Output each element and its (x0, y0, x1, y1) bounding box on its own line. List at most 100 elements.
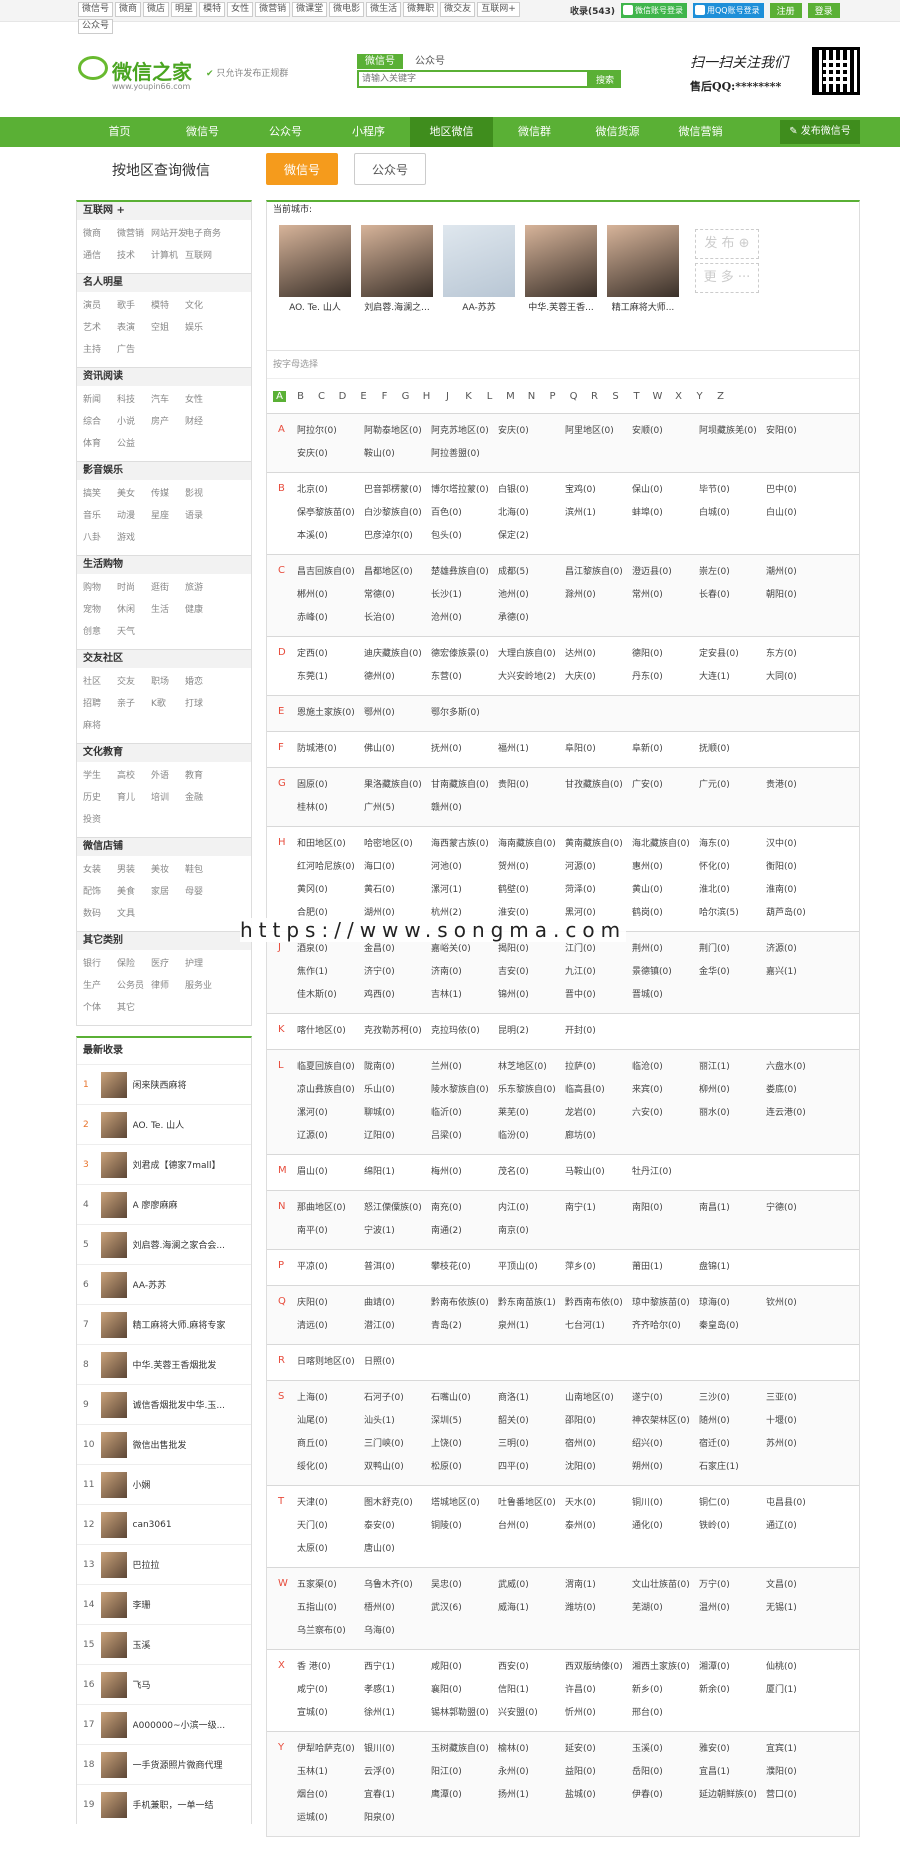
list-item-name[interactable]: A000000~小滨一级... (133, 1718, 251, 1731)
city-link[interactable]: 云浮(0) (364, 1761, 431, 1784)
city-link[interactable]: 包头(0) (431, 525, 498, 548)
city-link[interactable]: 汕尾(0) (297, 1410, 364, 1433)
list-item-name[interactable]: 小娴 (133, 1478, 251, 1491)
city-link[interactable]: 信阳(1) (498, 1679, 565, 1702)
city-link[interactable]: 龙岩(0) (565, 1102, 632, 1125)
city-link[interactable]: 巴音郭楞蒙(0) (364, 479, 431, 502)
city-link[interactable]: 黄冈(0) (297, 879, 364, 902)
city-link[interactable]: 邢台(0) (632, 1702, 699, 1725)
city-link[interactable]: 延安(0) (565, 1738, 632, 1761)
city-link[interactable]: 吉林(1) (431, 984, 498, 1007)
city-link[interactable]: 楚雄彝族自(0) (431, 561, 498, 584)
city-link[interactable]: 苏州(0) (766, 1433, 833, 1456)
city-link[interactable]: 吐鲁番地区(0) (498, 1492, 565, 1515)
main-nav-item[interactable]: 微信货源 (576, 117, 659, 147)
category-tag[interactable]: 微商 (83, 223, 117, 245)
city-link[interactable]: 临高县(0) (565, 1079, 632, 1102)
city-link[interactable]: 神农架林区(0) (632, 1410, 699, 1433)
category-tag[interactable]: 数码 (83, 903, 117, 925)
city-link[interactable]: 铁岭(0) (699, 1515, 766, 1538)
letter-link[interactable]: W (651, 391, 664, 402)
city-link[interactable]: 内江(0) (498, 1197, 565, 1220)
city-link[interactable]: 固原(0) (297, 774, 364, 797)
city-link[interactable]: 廊坊(0) (565, 1125, 632, 1148)
city-link[interactable]: 澄迈县(0) (632, 561, 699, 584)
city-link[interactable]: 果洛藏族自(0) (364, 774, 431, 797)
city-link[interactable]: 迪庆藏族自(0) (364, 643, 431, 666)
city-link[interactable]: 六盘水(0) (766, 1056, 833, 1079)
category-tag[interactable]: 律师 (151, 975, 185, 997)
category-tag[interactable]: 医疗 (151, 953, 185, 975)
city-link[interactable]: 乌兰察布(0) (297, 1620, 364, 1643)
city-link[interactable]: 乌鲁木齐(0) (364, 1574, 431, 1597)
letter-link[interactable]: A (273, 390, 286, 402)
category-tag[interactable]: 房产 (151, 411, 185, 433)
city-link[interactable]: 徐州(1) (364, 1702, 431, 1725)
city-link[interactable]: 长沙(1) (431, 584, 498, 607)
city-link[interactable]: 三门峡(0) (364, 1433, 431, 1456)
city-link[interactable]: 郴州(0) (297, 584, 364, 607)
category-tag[interactable]: 娱乐 (185, 317, 219, 339)
city-link[interactable]: 莆田(1) (632, 1256, 699, 1279)
city-link[interactable]: 汕头(1) (364, 1410, 431, 1433)
list-item-name[interactable]: 闲来陕西麻将 (133, 1078, 251, 1091)
qq-login-button[interactable]: 用QQ账号登录 (693, 3, 764, 18)
city-link[interactable]: 泉州(1) (498, 1315, 565, 1338)
city-link[interactable]: 焦作(1) (297, 961, 364, 984)
city-link[interactable]: 海口(0) (364, 856, 431, 879)
category-tag[interactable]: 技术 (117, 245, 151, 267)
city-link[interactable]: 阳泉(0) (364, 1807, 431, 1830)
category-tag[interactable]: 健康 (185, 599, 219, 621)
city-link[interactable]: 南充(0) (431, 1197, 498, 1220)
city-link[interactable]: 北海(0) (498, 502, 565, 525)
city-link[interactable]: 定西(0) (297, 643, 364, 666)
city-link[interactable]: 荆门(0) (699, 938, 766, 961)
list-item-name[interactable]: 刘君成【德家7mall】 (133, 1158, 251, 1171)
city-link[interactable]: 四平(0) (498, 1456, 565, 1479)
category-tag[interactable]: 麻将 (83, 715, 117, 737)
letter-link[interactable]: X (672, 391, 685, 402)
city-link[interactable]: 东营(0) (431, 666, 498, 689)
letter-link[interactable]: P (546, 391, 559, 402)
city-link[interactable]: 商洛(1) (498, 1387, 565, 1410)
category-tag[interactable]: 微营销 (117, 223, 151, 245)
city-link[interactable]: 西双版纳傣(0) (565, 1656, 632, 1679)
city-link[interactable]: 牡丹江(0) (632, 1161, 699, 1184)
category-tag[interactable]: 通信 (83, 245, 117, 267)
category-tag[interactable]: 鞋包 (185, 859, 219, 881)
city-link[interactable]: 黄石(0) (364, 879, 431, 902)
category-tag[interactable]: 八卦 (83, 527, 117, 549)
list-item[interactable]: 16 飞马 (77, 1664, 251, 1704)
main-nav-item[interactable]: 小程序 (327, 117, 410, 147)
city-link[interactable]: 潍坊(0) (565, 1597, 632, 1620)
city-link[interactable]: 蚌埠(0) (632, 502, 699, 525)
city-link[interactable]: 昌江黎族自(0) (565, 561, 632, 584)
top-nav-item[interactable]: 明星 (171, 2, 198, 17)
category-tag[interactable]: 购物 (83, 577, 117, 599)
category-tag[interactable]: 计算机 (151, 245, 185, 267)
city-link[interactable]: 嘉兴(1) (766, 961, 833, 984)
city-link[interactable]: 清远(0) (297, 1315, 364, 1338)
city-link[interactable]: 庆阳(0) (297, 1292, 364, 1315)
list-item[interactable]: 9 诚信香烟批发中华.玉... (77, 1384, 251, 1424)
category-tag[interactable]: 女性 (185, 389, 219, 411)
city-link[interactable]: 商丘(0) (297, 1433, 364, 1456)
city-link[interactable]: 平凉(0) (297, 1256, 364, 1279)
city-link[interactable]: 湘潭(0) (699, 1656, 766, 1679)
city-link[interactable]: 红河哈尼族(0) (297, 856, 364, 879)
city-link[interactable]: 宿迁(0) (699, 1433, 766, 1456)
search-button[interactable]: 搜索 (589, 70, 621, 88)
list-item-name[interactable]: 一手货源照片微商代理 (133, 1758, 251, 1771)
city-link[interactable]: 南平(0) (297, 1220, 364, 1243)
city-link[interactable]: 随州(0) (699, 1410, 766, 1433)
category-title[interactable]: 交友社区 (77, 650, 251, 668)
city-link[interactable]: 临沧(0) (632, 1056, 699, 1079)
login-button[interactable]: 登录 (807, 3, 840, 18)
list-item[interactable]: 12 can3061 (77, 1504, 251, 1544)
list-item[interactable]: 2 AO. Te. 山人 (77, 1104, 251, 1144)
category-tag[interactable]: 生活 (151, 599, 185, 621)
list-item[interactable]: 7 精工麻将大师.麻将专家 (77, 1304, 251, 1344)
city-link[interactable]: 乌海(0) (364, 1620, 431, 1643)
city-link[interactable]: 厦门(1) (766, 1679, 833, 1702)
city-link[interactable]: 宁波(1) (364, 1220, 431, 1243)
